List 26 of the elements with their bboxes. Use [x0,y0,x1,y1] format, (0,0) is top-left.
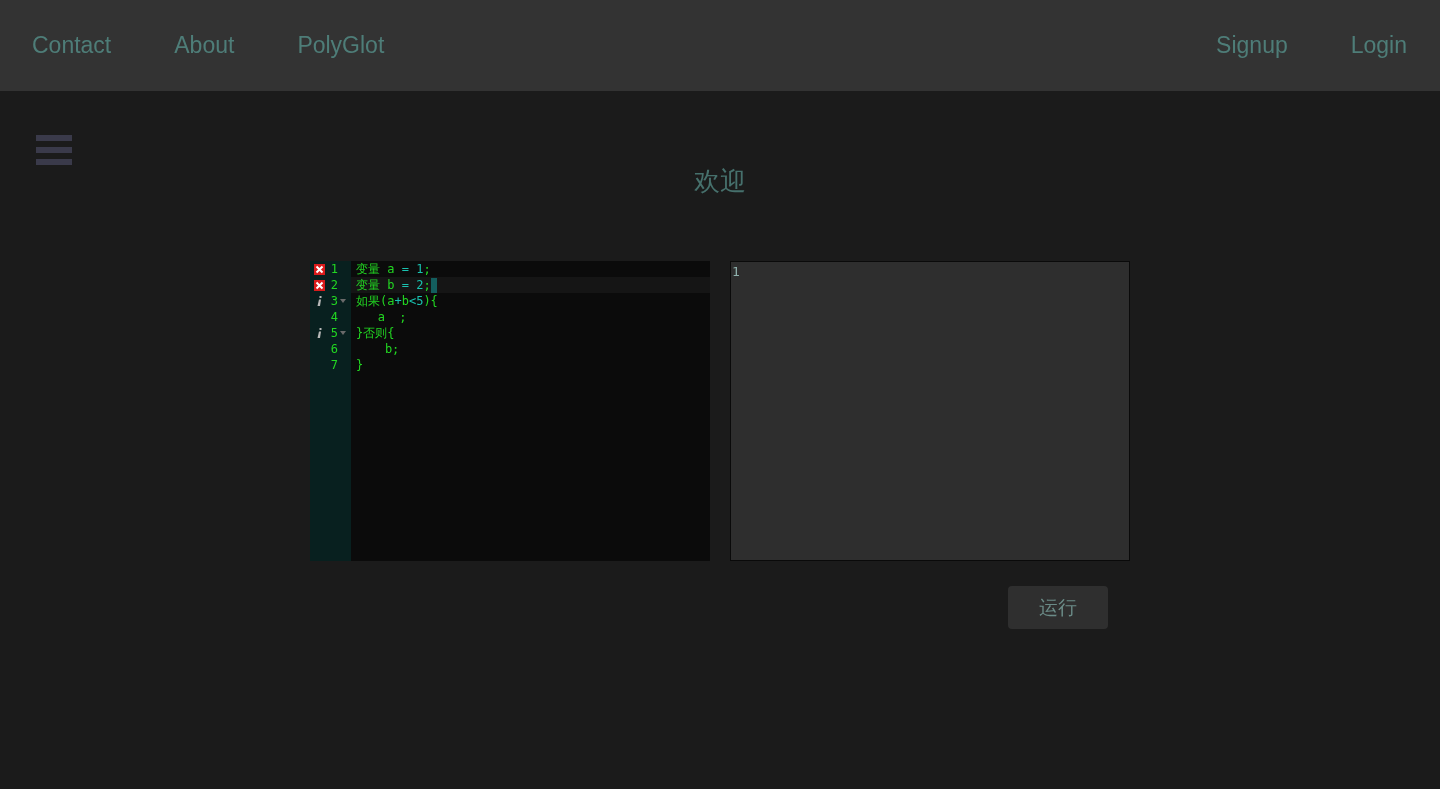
nav-link[interactable]: About [174,32,235,59]
text-cursor [430,277,437,293]
fold-caret-icon[interactable] [340,299,346,303]
line-number: 6 [329,341,338,357]
line-number: 7 [329,357,338,373]
code-line: 如果(a+b<5){ [356,293,438,309]
line-number: 2 [329,277,338,293]
output-box[interactable]: 1 [730,261,1130,561]
code-line: 变量 a = 1; [356,261,431,277]
line-number: 4 [329,309,338,325]
page-heading: 欢迎 [694,166,746,196]
line-number: 5 [329,325,338,341]
run-button[interactable]: 运行 [1008,586,1108,629]
code-line: 变量 b = 2; [356,277,431,293]
code-line: }否则{ [356,325,395,341]
fold-caret-icon[interactable] [340,331,346,335]
code-line: a ; [376,309,407,325]
line-number: 1 [329,261,338,277]
nav-link[interactable]: Signup [1216,32,1288,59]
code-line: b; [383,341,400,357]
nav-link[interactable]: Contact [32,32,112,59]
line-number: 3 [329,293,338,309]
code-line: } [356,357,364,373]
nav-link[interactable]: Login [1350,32,1407,59]
code-editor[interactable]: 1 2 3 4 5 6 7 变量 a = 1; 变量 b = 2; 如果(a+b<5){ a ; }否则{ b; } [310,261,710,561]
nav-link[interactable]: PolyGlot [297,32,385,59]
